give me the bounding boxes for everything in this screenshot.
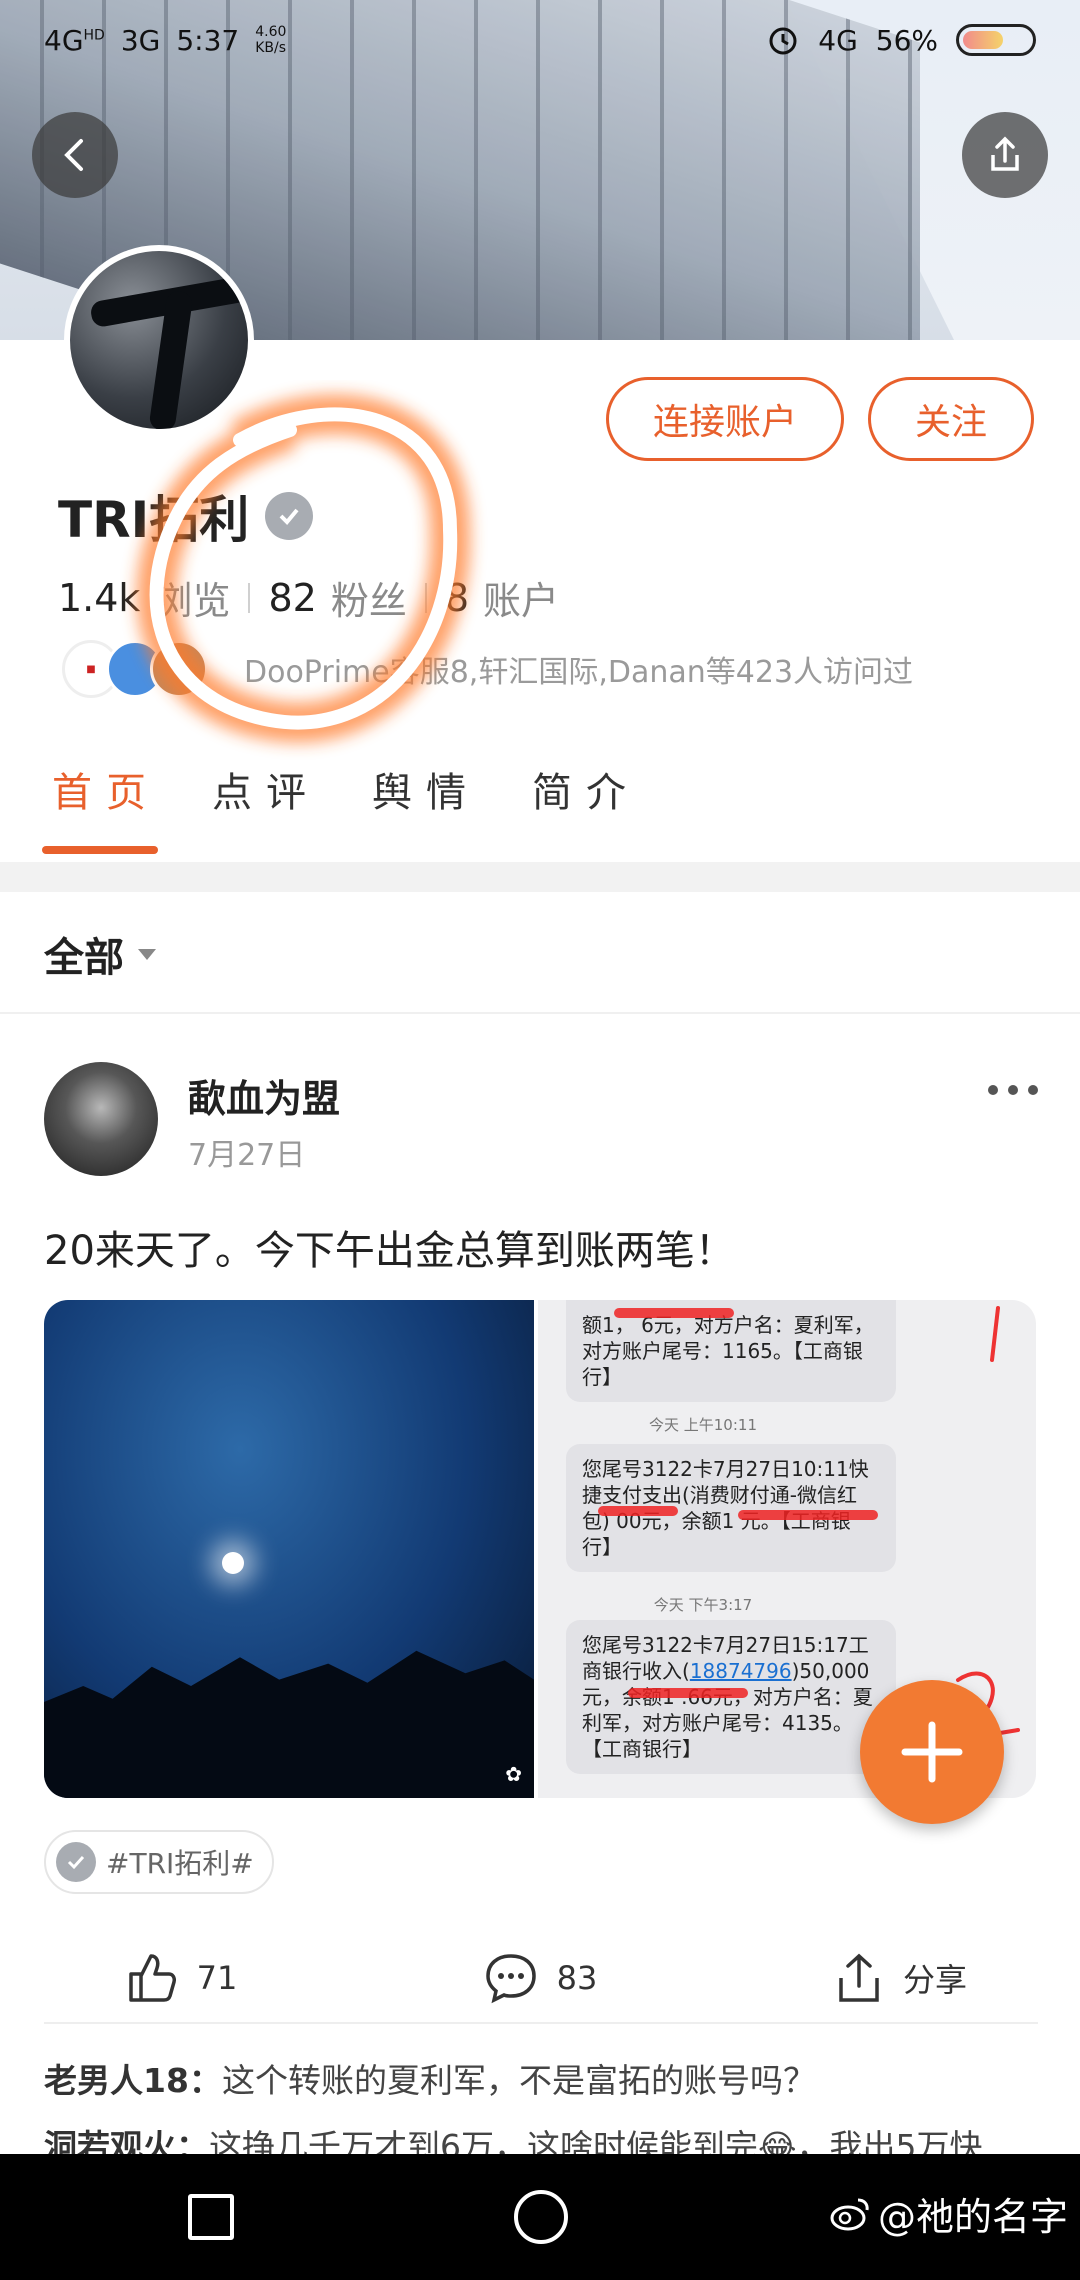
share-post-button[interactable]: 分享: [720, 1928, 1080, 2028]
more-options-icon[interactable]: [988, 1085, 1038, 1095]
section-separator: [0, 862, 1080, 892]
annotation-mark-1: [990, 1306, 1000, 1362]
battery-percent: 56%: [875, 23, 938, 57]
comment-button[interactable]: 83: [360, 1928, 720, 2028]
verified-badge-icon: [56, 1842, 96, 1882]
status-bar: 4GHD 3G 5:37 4.60 KB/s 4G 56%: [0, 0, 1080, 80]
post-image-night-sky[interactable]: ✿: [44, 1300, 534, 1798]
share-upload-icon: [839, 1953, 879, 2002]
verified-badge-icon: [265, 492, 314, 540]
profile-tabs: 首页 点评 舆情 简介: [0, 760, 1080, 860]
sms-time-2: 今天 下午3:17: [653, 1596, 753, 1614]
image-watermark-icon: ✿: [505, 1762, 522, 1786]
back-button[interactable]: [32, 112, 118, 198]
tab-intro[interactable]: 简介: [532, 760, 640, 860]
share-label: 分享: [902, 1961, 967, 1999]
battery-icon: [956, 24, 1036, 56]
visitor-avatar: [150, 640, 208, 698]
comment-item[interactable]: 老男人18：这个转账的夏利军，不是富拓的账号吗？: [44, 2054, 816, 2102]
profile-name: TRI拓利: [58, 491, 250, 549]
topic-tag-label: #TRI拓利#: [106, 1847, 254, 1880]
fans-count[interactable]: 82: [268, 576, 316, 620]
visitors-text: DooPrime客服8,轩汇国际,Danan等423人访问过: [244, 655, 914, 690]
accounts-label[interactable]: 账户: [483, 570, 559, 625]
post-date: 7月27日: [188, 1138, 306, 1173]
views-count: 1.4k: [58, 575, 141, 620]
tab-sentiment[interactable]: 舆情: [372, 760, 480, 860]
topic-tag[interactable]: #TRI拓利#: [44, 1830, 274, 1894]
back-arrow-icon: [64, 139, 83, 171]
post-author-avatar[interactable]: [44, 1062, 158, 1176]
fans-label[interactable]: 粉丝: [331, 570, 407, 625]
tab-reviews[interactable]: 点评: [212, 760, 320, 860]
stats-divider: [248, 582, 251, 613]
divider: [0, 1012, 1080, 1014]
connect-account-button[interactable]: 连接账户: [606, 377, 844, 461]
like-button[interactable]: 71: [0, 1928, 360, 2028]
visitors-row[interactable]: ■ DooPrime客服8,轩汇国际,Danan等423人访问过: [62, 640, 913, 698]
share-upload-icon: [991, 136, 1019, 171]
profile-avatar[interactable]: [64, 245, 254, 435]
recent-apps-button[interactable]: [188, 2194, 234, 2240]
post-text[interactable]: 20来天了。今下午出金总算到账两笔！: [44, 1218, 735, 1276]
filter-dropdown[interactable]: 全部: [44, 925, 156, 983]
status-time: 5:37: [176, 23, 240, 57]
stats-divider: [424, 582, 427, 613]
follow-button[interactable]: 关注: [868, 377, 1034, 461]
network-indicator-left: 4GHD: [44, 23, 105, 57]
alarm-icon: [769, 27, 797, 55]
comment-text: 这个转账的夏利军，不是富拓的账号吗？: [221, 2061, 816, 2100]
share-button[interactable]: [962, 112, 1048, 198]
comment-count: 83: [556, 1959, 598, 1997]
profile-stats: 1.4k 浏览 82 粉丝 8 账户: [58, 570, 559, 625]
net-speed: 4.60 KB/s: [255, 24, 287, 56]
watermark-text: @祂的名字: [877, 2195, 1068, 2239]
redaction-mark: [628, 1688, 748, 1698]
comment-bubble-icon: [485, 1954, 536, 2004]
redaction-mark: [598, 1506, 678, 1516]
sms-time-1: 今天 上午10:11: [649, 1416, 757, 1434]
weibo-logo-icon: [830, 2198, 869, 2230]
tab-home[interactable]: 首页: [42, 760, 160, 860]
thumbs-up-icon: [128, 1954, 176, 2002]
home-button[interactable]: [514, 2190, 568, 2244]
views-label: 浏览: [154, 579, 231, 623]
network-indicator-mid: 3G: [120, 23, 161, 57]
plus-icon: [901, 1721, 963, 1783]
post-actions: 71 83 分享: [0, 1928, 1080, 2028]
post-author-name[interactable]: 歃血为盟: [188, 1068, 340, 1123]
accounts-count[interactable]: 8: [445, 576, 469, 620]
create-post-button[interactable]: [860, 1680, 1004, 1824]
redaction-mark: [738, 1510, 878, 1520]
divider: [44, 2022, 1038, 2024]
network-indicator-right: 4G: [818, 23, 858, 57]
caret-down-icon: [138, 948, 156, 960]
redaction-mark: [614, 1308, 734, 1318]
filter-label: 全部: [44, 935, 124, 981]
comment-user[interactable]: 老男人18：: [44, 2061, 222, 2100]
watermark: @祂的名字: [830, 2186, 1068, 2241]
profile-name-row: TRI拓利: [58, 480, 314, 552]
like-count: 71: [196, 1959, 238, 1997]
